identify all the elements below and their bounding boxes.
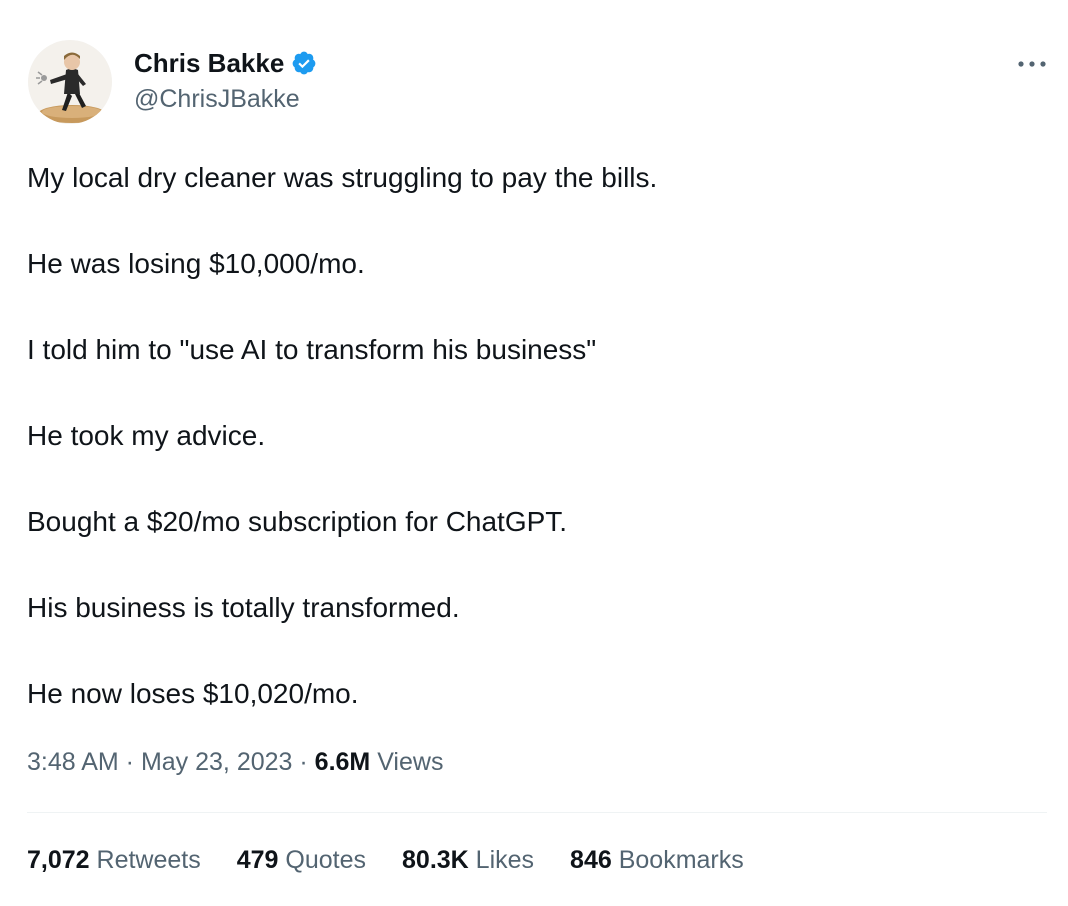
divider [27, 812, 1047, 813]
quotes-stat[interactable]: 479 Quotes [237, 842, 366, 878]
tweet-meta: 3:48 AM · May 23, 2023 · 6.6M Views [27, 744, 443, 780]
retweets-label: Retweets [89, 846, 201, 874]
meta-separator: · [292, 748, 315, 776]
engagement-stats: 7,072 Retweets 479 Quotes 80.3K Likes 84… [27, 842, 744, 878]
quotes-count: 479 [236, 846, 279, 874]
bookmarks-label: Bookmarks [611, 846, 744, 874]
likes-count: 80.3K [402, 846, 469, 874]
likes-label: Likes [468, 846, 535, 874]
avatar-image [28, 40, 112, 124]
retweets-stat[interactable]: 7,072 Retweets [27, 842, 201, 878]
author-handle[interactable]: @ChrisJBakke [134, 83, 300, 115]
tweet-line: He took my advice. [27, 420, 266, 451]
avatar[interactable] [28, 40, 112, 124]
meta-separator: · [118, 748, 141, 776]
tweet-date[interactable]: May 23, 2023 [141, 748, 293, 776]
more-options-button[interactable] [1012, 50, 1052, 78]
verified-badge-icon[interactable] [291, 50, 317, 76]
author-name-row: Chris Bakke [134, 46, 317, 80]
tweet-line: He now loses $10,020/mo. [27, 678, 359, 709]
views-count: 6.6M [314, 748, 371, 776]
tweet-card: Chris Bakke @ChrisJBakke My local dry cl… [0, 0, 1068, 906]
tweet-text: My local dry cleaner was struggling to p… [27, 158, 1037, 760]
tweet-line: Bought a $20/mo subscription for ChatGPT… [27, 506, 568, 537]
quotes-label: Quotes [278, 846, 367, 874]
tweet-time[interactable]: 3:48 AM [27, 748, 119, 776]
retweets-count: 7,072 [27, 846, 90, 874]
tweet-line: I told him to "use AI to transform his b… [27, 334, 597, 365]
more-icon [1018, 61, 1046, 67]
bookmarks-stat[interactable]: 846 Bookmarks [570, 842, 744, 878]
tweet-line: His business is totally transformed. [27, 592, 460, 623]
bookmarks-count: 846 [570, 846, 612, 874]
likes-stat[interactable]: 80.3K Likes [402, 842, 534, 878]
tweet-line: He was losing $10,000/mo. [27, 248, 365, 279]
views-label: Views [370, 748, 444, 776]
tweet-line: My local dry cleaner was struggling to p… [27, 162, 658, 193]
author-display-name[interactable]: Chris Bakke [134, 46, 284, 80]
